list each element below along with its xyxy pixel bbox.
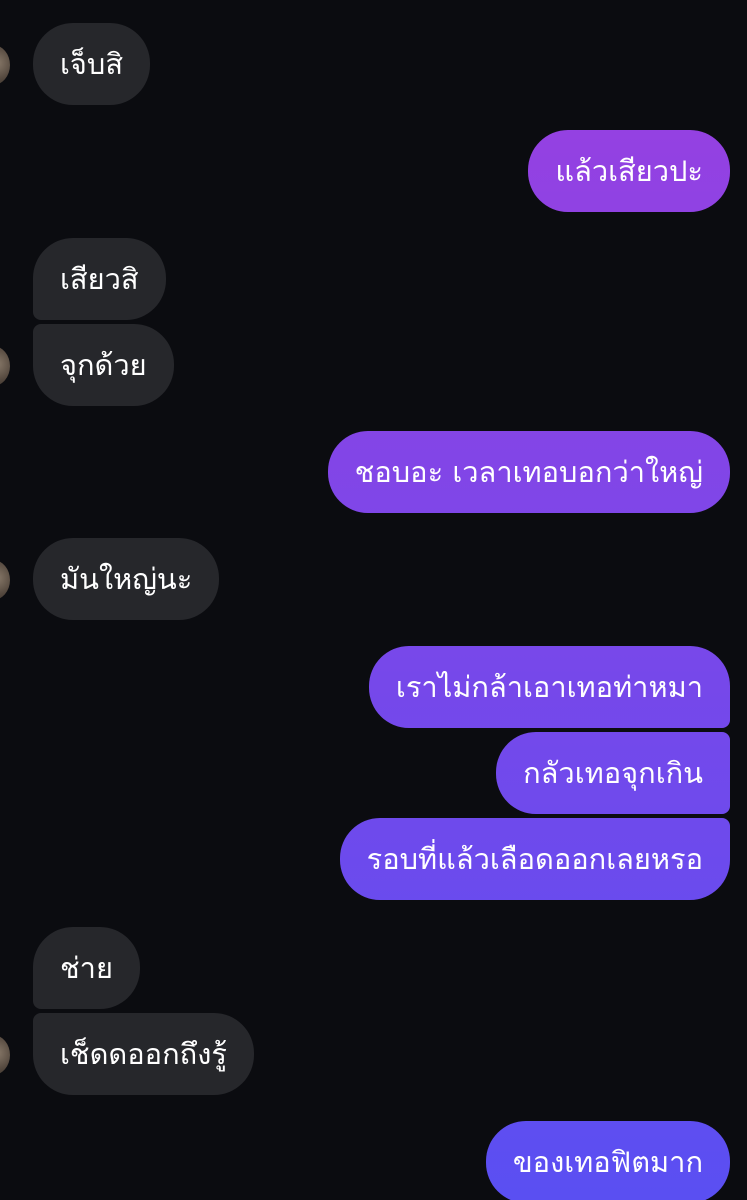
avatar[interactable] [0, 560, 10, 600]
message-row-outgoing: รอบที่แล้วเลือดออกเลยหรอ [0, 818, 747, 900]
message-bubble-incoming[interactable]: ช่าย [33, 927, 140, 1009]
message-bubble-incoming[interactable]: เจ็บสิ [33, 23, 151, 105]
avatar[interactable] [0, 346, 10, 386]
avatar[interactable] [0, 45, 10, 85]
message-row-outgoing: แล้วเสียวปะ [0, 130, 747, 212]
message-row-outgoing: เราไม่กล้าเอาเทอท่าหมา [0, 646, 747, 728]
message-row-incoming: จุกด้วย [0, 324, 747, 406]
message-row-incoming: เช็ดดออกถึงรู้ [0, 1013, 747, 1095]
message-bubble-outgoing[interactable]: รอบที่แล้วเลือดออกเลยหรอ [339, 818, 730, 900]
message-bubble-outgoing[interactable]: แล้วเสียวปะ [528, 130, 730, 212]
message-row-outgoing: กลัวเทอจุกเกิน [0, 732, 747, 814]
chat-thread: เจ็บสิ แล้วเสียวปะ เสียวสิ จุกด้วย ชอบอะ… [0, 0, 747, 1200]
message-row-incoming: เสียวสิ [0, 238, 747, 320]
message-bubble-outgoing[interactable]: เราไม่กล้าเอาเทอท่าหมา [368, 646, 730, 728]
message-bubble-incoming[interactable]: เช็ดดออกถึงรู้ [33, 1013, 254, 1095]
message-row-incoming: ช่าย [0, 927, 747, 1009]
message-row-incoming: มันใหญ่นะ [0, 538, 747, 620]
message-bubble-outgoing[interactable]: ของเทอฟิตมาก [485, 1121, 730, 1200]
message-bubble-incoming[interactable]: เสียวสิ [33, 238, 166, 320]
message-row-outgoing: ชอบอะ เวลาเทอบอกว่าใหญ่ [0, 431, 747, 513]
message-bubble-incoming[interactable]: จุกด้วย [33, 324, 174, 406]
message-row-incoming: เจ็บสิ [0, 23, 747, 105]
message-bubble-outgoing[interactable]: ชอบอะ เวลาเทอบอกว่าใหญ่ [327, 431, 730, 513]
message-bubble-incoming[interactable]: มันใหญ่นะ [33, 538, 220, 620]
message-bubble-outgoing[interactable]: กลัวเทอจุกเกิน [496, 732, 730, 814]
message-row-outgoing: ของเทอฟิตมาก [0, 1121, 747, 1200]
avatar[interactable] [0, 1035, 10, 1075]
